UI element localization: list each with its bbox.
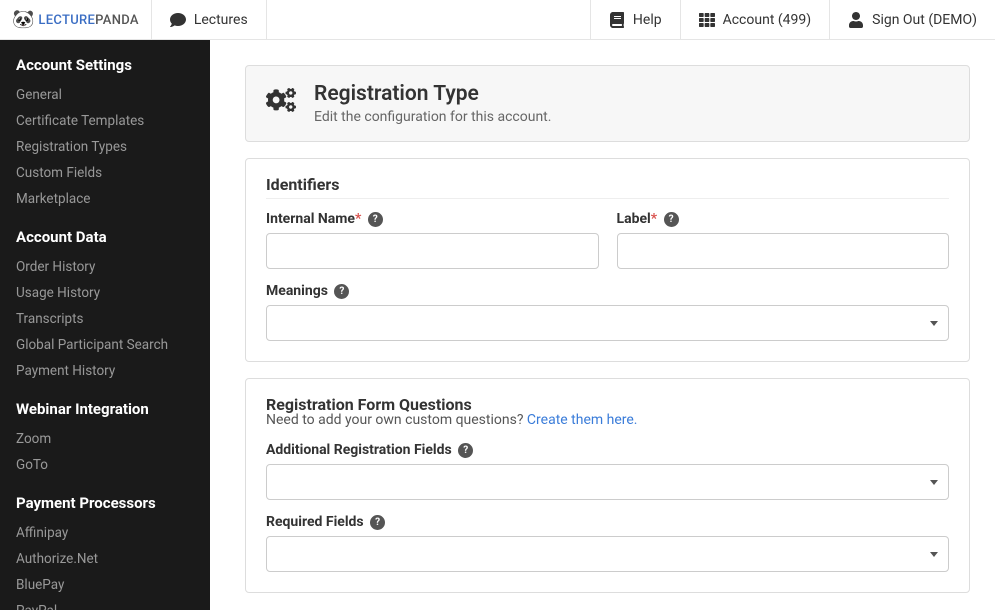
- create-questions-link[interactable]: Create them here.: [527, 412, 638, 428]
- additional-fields-label-text: Additional Registration Fields: [266, 442, 452, 458]
- meanings-label-text: Meanings: [266, 283, 328, 299]
- label-input[interactable]: [617, 233, 950, 269]
- sidebar-item-affinipay[interactable]: Affinipay: [0, 520, 210, 546]
- sidebar-item-payment-history[interactable]: Payment History: [0, 358, 210, 384]
- required-fields-group: Required Fields ?: [266, 514, 949, 572]
- additional-fields-select[interactable]: [266, 464, 949, 500]
- nav-lectures-label: Lectures: [194, 12, 248, 28]
- content-area: Registration Type Edit the configuration…: [210, 40, 995, 610]
- sidebar-item-general[interactable]: General: [0, 82, 210, 108]
- top-navigation: 🐼 LECTUREPANDA Lectures Help Account (49…: [0, 0, 995, 40]
- caret-down-icon: [930, 480, 938, 485]
- sidebar-item-marketplace[interactable]: Marketplace: [0, 186, 210, 212]
- main-layout: Account Settings General Certificate Tem…: [0, 40, 995, 610]
- page-title: Registration Type: [314, 82, 551, 107]
- sidebar-item-bluepay[interactable]: BluePay: [0, 572, 210, 598]
- questions-panel: Registration Form Questions Need to add …: [245, 378, 970, 593]
- sidebar-item-authorize-net[interactable]: Authorize.Net: [0, 546, 210, 572]
- page-header: Registration Type Edit the configuration…: [245, 65, 970, 142]
- book-icon: [609, 12, 625, 28]
- help-icon[interactable]: ?: [458, 443, 473, 458]
- panda-icon: 🐼: [12, 9, 34, 30]
- internal-name-group: Internal Name* ?: [266, 211, 599, 269]
- sidebar-item-order-history[interactable]: Order History: [0, 254, 210, 280]
- sidebar-heading-payment-processors: Payment Processors: [0, 478, 210, 520]
- logo[interactable]: 🐼 LECTUREPANDA: [0, 0, 152, 39]
- sidebar-item-paypal[interactable]: PayPal: [0, 598, 210, 610]
- help-icon[interactable]: ?: [370, 515, 385, 530]
- internal-name-label-text: Internal Name: [266, 211, 355, 227]
- nav-help-label: Help: [633, 12, 662, 28]
- nav-lectures[interactable]: Lectures: [152, 0, 267, 39]
- help-icon[interactable]: ?: [664, 212, 679, 227]
- meanings-select[interactable]: [266, 305, 949, 341]
- questions-subtitle-text: Need to add your own custom questions?: [266, 412, 527, 428]
- sidebar-item-global-participant-search[interactable]: Global Participant Search: [0, 332, 210, 358]
- identifiers-title: Identifiers: [266, 175, 949, 199]
- label-label-text: Label: [617, 211, 651, 227]
- help-icon[interactable]: ?: [368, 212, 383, 227]
- help-icon[interactable]: ?: [334, 284, 349, 299]
- sidebar-item-goto[interactable]: GoTo: [0, 452, 210, 478]
- nav-help[interactable]: Help: [590, 0, 680, 39]
- label-label: Label* ?: [617, 211, 950, 227]
- nav-signout[interactable]: Sign Out (DEMO): [829, 0, 995, 39]
- sidebar-item-custom-fields[interactable]: Custom Fields: [0, 160, 210, 186]
- internal-name-label: Internal Name* ?: [266, 211, 599, 227]
- required-fields-label-text: Required Fields: [266, 514, 364, 530]
- required-asterisk: *: [651, 211, 657, 227]
- nav-account-label: Account (499): [723, 12, 812, 28]
- caret-down-icon: [930, 552, 938, 557]
- internal-name-input[interactable]: [266, 233, 599, 269]
- page-subtitle: Edit the configuration for this account.: [314, 109, 551, 125]
- sidebar-item-usage-history[interactable]: Usage History: [0, 280, 210, 306]
- questions-subtitle: Need to add your own custom questions? C…: [266, 412, 949, 428]
- sidebar-heading-account-settings: Account Settings: [0, 40, 210, 82]
- logo-text: LECTUREPANDA: [38, 12, 138, 28]
- identifiers-row-1: Internal Name* ? Label* ?: [266, 211, 949, 269]
- required-fields-label: Required Fields ?: [266, 514, 949, 530]
- required-fields-select[interactable]: [266, 536, 949, 572]
- sidebar-item-zoom[interactable]: Zoom: [0, 426, 210, 452]
- nav-right: Help Account (499) Sign Out (DEMO): [590, 0, 995, 39]
- required-asterisk: *: [355, 211, 361, 227]
- additional-fields-group: Additional Registration Fields ?: [266, 442, 949, 500]
- grid-icon: [699, 12, 715, 28]
- sidebar-item-registration-types[interactable]: Registration Types: [0, 134, 210, 160]
- page-header-text: Registration Type Edit the configuration…: [314, 82, 551, 125]
- meanings-group: Meanings ?: [266, 283, 949, 341]
- sidebar-heading-account-data: Account Data: [0, 212, 210, 254]
- nav-spacer: [267, 0, 590, 39]
- additional-fields-label: Additional Registration Fields ?: [266, 442, 949, 458]
- comment-icon: [170, 12, 186, 28]
- nav-account[interactable]: Account (499): [680, 0, 830, 39]
- identifiers-panel: Identifiers Internal Name* ? Label* ?: [245, 158, 970, 362]
- caret-down-icon: [930, 321, 938, 326]
- label-group: Label* ?: [617, 211, 950, 269]
- sidebar-heading-webinar-integration: Webinar Integration: [0, 384, 210, 426]
- sidebar-item-certificate-templates[interactable]: Certificate Templates: [0, 108, 210, 134]
- user-icon: [848, 12, 864, 28]
- gears-icon: [266, 85, 296, 122]
- meanings-label: Meanings ?: [266, 283, 949, 299]
- sidebar: Account Settings General Certificate Tem…: [0, 40, 210, 610]
- sidebar-item-transcripts[interactable]: Transcripts: [0, 306, 210, 332]
- nav-signout-label: Sign Out (DEMO): [872, 12, 977, 28]
